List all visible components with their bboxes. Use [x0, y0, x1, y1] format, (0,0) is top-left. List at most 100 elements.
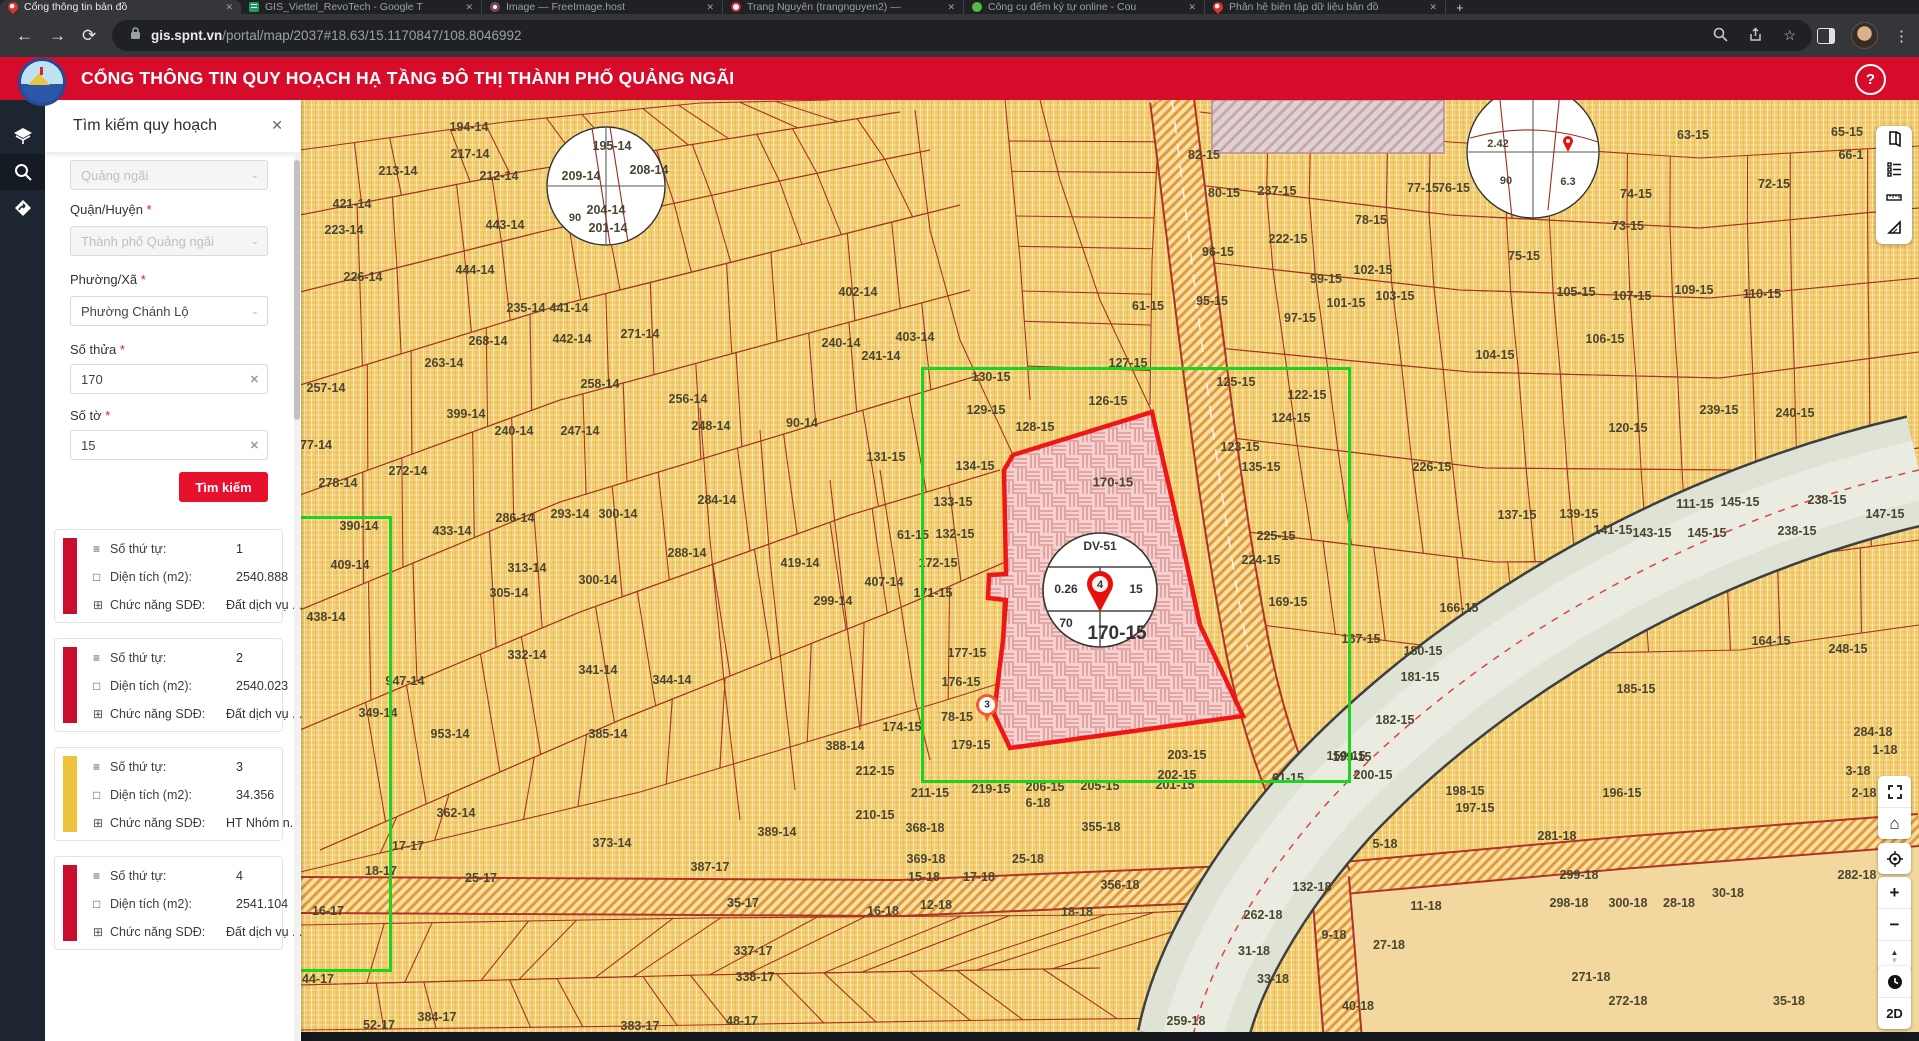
help-icon[interactable]: ?: [1855, 64, 1886, 95]
result-card-4[interactable]: ≡ Số thứ tự: 4 □ Diện tích (m2): 2541.104 ⊞ Chứ…: [54, 856, 302, 950]
side-panel-icon[interactable]: [1817, 27, 1835, 44]
zoom-page-icon[interactable]: [1713, 27, 1729, 45]
clear-icon[interactable]: ✕: [250, 373, 259, 386]
area-measure-icon[interactable]: [1885, 218, 1903, 241]
polygon-icon: □: [93, 897, 101, 911]
polygon-icon: □: [93, 570, 101, 584]
home-button[interactable]: ⌂: [1878, 808, 1911, 839]
row-label: Số thứ tự:: [110, 651, 167, 665]
row-label: Số thứ tự:: [110, 869, 167, 883]
tab-close-icon[interactable]: ✕: [1188, 2, 1196, 13]
tab-title: Cổng thông tin bản đồ: [24, 1, 128, 13]
list-icon: ≡: [93, 869, 101, 883]
func-value: HT Nhóm n...: [226, 816, 301, 830]
sheet-favicon: [249, 2, 259, 12]
map-toolbar: [1876, 126, 1912, 244]
ward-label: Phường/Xã *: [70, 272, 146, 287]
tab-title: Phân hệ biên tập dữ liệu bản đồ: [1229, 1, 1379, 13]
fullscreen-button[interactable]: [1878, 776, 1911, 808]
reload-button[interactable]: ⟳: [82, 26, 96, 46]
legend-icon[interactable]: [1885, 159, 1903, 182]
survey-circle-right: [1466, 85, 1600, 219]
browser-tab-3[interactable]: Image — FreeImage.host ✕: [482, 0, 723, 14]
parcel-no-label: Số thửa *: [70, 342, 125, 357]
map-pin-favicon: [5, 0, 21, 14]
new-tab-button[interactable]: +: [1446, 0, 1474, 15]
browser-tab-2[interactable]: GIS_Viettel_RevoTech - Google T ✕: [241, 0, 482, 14]
search-icon[interactable]: [0, 154, 45, 190]
tab-close-icon[interactable]: ✕: [706, 2, 714, 13]
chevron-down-icon: ⌄: [250, 305, 259, 317]
parcel-no-input[interactable]: 170 ✕: [70, 364, 268, 394]
chevron-down-icon: ⌄: [250, 235, 259, 247]
locate-button[interactable]: [1878, 843, 1911, 874]
search-button[interactable]: Tìm kiếm: [179, 472, 268, 502]
result-card-1[interactable]: ≡ Số thứ tự: 1 □ Diện tích (m2): 2540.888 ⊞ Chứ…: [54, 529, 302, 623]
list-icon: ≡: [93, 542, 101, 556]
grid-icon: ⊞: [93, 707, 104, 721]
row-label: Diện tích (m2):: [110, 897, 192, 911]
status-color-bar: [63, 538, 77, 614]
row-label: Số thứ tự:: [110, 542, 167, 556]
bookmark-star-icon[interactable]: ☆: [1783, 27, 1796, 44]
close-icon[interactable]: ✕: [271, 117, 283, 134]
sheet-no-input[interactable]: 15 ✕: [70, 430, 268, 460]
status-color-bar: [63, 647, 77, 723]
tab-close-icon[interactable]: ✕: [225, 2, 233, 13]
func-value: Đất dịch vụ ...: [226, 598, 303, 612]
site-title: CỔNG THÔNG TIN QUY HOẠCH HẠ TẦNG ĐÔ THỊ …: [81, 68, 735, 88]
province-select[interactable]: Quảng ngãi ⌄: [70, 160, 268, 190]
district-select[interactable]: Thành phố Quảng ngãi ⌄: [70, 226, 268, 256]
zoom-controls: + − ▲ ▼: [1878, 877, 1911, 972]
tab-close-icon[interactable]: ✕: [1429, 2, 1437, 13]
browser-toolbar: ← → ⟳ gis.spnt.vn/portal/map/2037#18.63/…: [0, 14, 1919, 57]
result-card-3[interactable]: ≡ Số thứ tự: 3 □ Diện tích (m2): 34.356 ⊞ Chức …: [54, 747, 300, 841]
sheet-no-label: Số tờ *: [70, 408, 111, 423]
browser-tab-4[interactable]: Trang Nguyên (trangnguyen2) — ✕: [723, 0, 964, 14]
basemap-icon[interactable]: [1885, 129, 1903, 152]
map-pin-favicon: [1210, 0, 1226, 14]
zoom-in-button[interactable]: +: [1878, 877, 1911, 909]
area-value: 2540.888: [236, 570, 289, 584]
back-button[interactable]: ←: [16, 26, 33, 46]
clear-icon[interactable]: ✕: [250, 439, 259, 452]
cc-favicon: [972, 2, 982, 12]
profile-avatar[interactable]: [1851, 22, 1878, 49]
district-label: Quận/Huyện *: [70, 202, 152, 217]
site-header: CỔNG THÔNG TIN QUY HOẠCH HẠ TẦNG ĐÔ THỊ …: [0, 57, 1919, 106]
browser-menu-icon[interactable]: ⋮: [1894, 27, 1909, 45]
tab-close-icon[interactable]: ✕: [947, 2, 955, 13]
lock-icon: [130, 26, 141, 45]
tab-title: Công cụ đếm ký tự online - Cou: [988, 1, 1137, 13]
row-label: Chức năng SDĐ:: [110, 816, 206, 830]
tab-strip: Cổng thông tin bản đồ ✕ GIS_Viettel_RevoTe…: [0, 0, 1919, 15]
row-label: Diện tích (m2):: [110, 570, 192, 584]
layers-icon[interactable]: [0, 118, 45, 154]
share-page-icon[interactable]: [1748, 26, 1763, 45]
stt-value: 2: [236, 651, 243, 665]
map-bottom-bar: [300, 1032, 1919, 1041]
tab-close-icon[interactable]: ✕: [465, 2, 473, 13]
row-label: Chức năng SDĐ:: [110, 925, 206, 939]
ward-select[interactable]: Phường Chánh Lộ ⌄: [70, 296, 268, 326]
row-label: Diện tích (m2):: [110, 788, 192, 802]
zoom-out-button[interactable]: −: [1878, 909, 1911, 941]
ruler-icon[interactable]: [1885, 188, 1903, 211]
mode-2d-button[interactable]: 2D: [1878, 998, 1911, 1029]
tab-title: Image — FreeImage.host: [506, 1, 626, 13]
browser-tab-6[interactable]: Phân hệ biên tập dữ liệu bản đồ ✕: [1205, 0, 1446, 14]
browser-tab-1[interactable]: Cổng thông tin bản đồ ✕: [0, 0, 241, 14]
locate-group: [1878, 843, 1911, 874]
result-card-2[interactable]: ≡ Số thứ tự: 2 □ Diện tích (m2): 2540.023 ⊞ Chứ…: [54, 638, 302, 732]
time-button[interactable]: [1878, 966, 1911, 998]
area-value: 2540.023: [236, 679, 289, 693]
panel-scrollbar[interactable]: [294, 152, 300, 1041]
forward-button[interactable]: →: [49, 26, 66, 46]
address-bar[interactable]: gis.spnt.vn/portal/map/2037#18.63/15.117…: [112, 20, 1812, 51]
row-label: Diện tích (m2):: [110, 679, 192, 693]
browser-window: { "browser": { "tabs": [ {"title":"Cổng …: [0, 0, 1919, 1041]
share-icon[interactable]: [0, 190, 45, 226]
stt-value: 3: [236, 760, 243, 774]
browser-tab-5[interactable]: Công cụ đếm ký tự online - Cou ✕: [964, 0, 1205, 14]
list-icon: ≡: [93, 651, 101, 665]
